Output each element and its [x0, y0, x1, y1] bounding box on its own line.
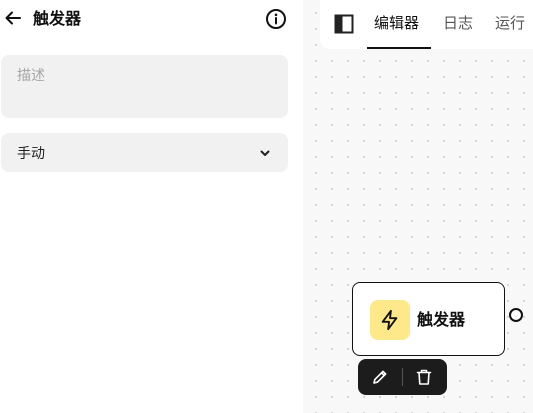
description-field[interactable] — [1, 55, 288, 118]
panel-title: 触发器 — [33, 9, 82, 28]
panel-header: 触发器 — [0, 0, 303, 40]
node-label: 触发器 — [417, 310, 466, 329]
workflow-canvas[interactable]: 编辑器 日志 运行 触发器 — [303, 0, 533, 413]
delete-node-button[interactable] — [414, 367, 434, 387]
node-action-bar — [358, 359, 447, 395]
pencil-icon — [373, 370, 387, 384]
trigger-mode-value: 手动 — [17, 145, 45, 162]
editor-toolbar: 编辑器 日志 运行 — [320, 0, 533, 49]
tab-run[interactable]: 运行 — [488, 0, 532, 49]
trigger-config-panel: 触发器 手动 — [0, 0, 303, 413]
arrow-left-icon — [5, 11, 21, 25]
node-output-handle[interactable] — [509, 308, 523, 322]
chevron-down-icon — [258, 146, 272, 160]
edit-node-button[interactable] — [370, 367, 390, 387]
lightning-icon — [381, 309, 398, 331]
tab-editor[interactable]: 编辑器 — [367, 0, 431, 49]
trigger-mode-select[interactable]: 手动 — [1, 133, 288, 172]
tab-logs[interactable]: 日志 — [436, 0, 480, 49]
action-divider — [402, 368, 403, 386]
back-button[interactable] — [3, 8, 23, 28]
sidebar-toggle-icon — [334, 14, 354, 34]
toggle-sidebar-button[interactable] — [333, 13, 355, 35]
info-icon — [266, 9, 286, 29]
node-icon-badge — [370, 300, 410, 340]
info-button[interactable] — [265, 8, 287, 30]
trigger-node[interactable]: 触发器 — [352, 282, 505, 356]
trash-icon — [416, 369, 432, 385]
